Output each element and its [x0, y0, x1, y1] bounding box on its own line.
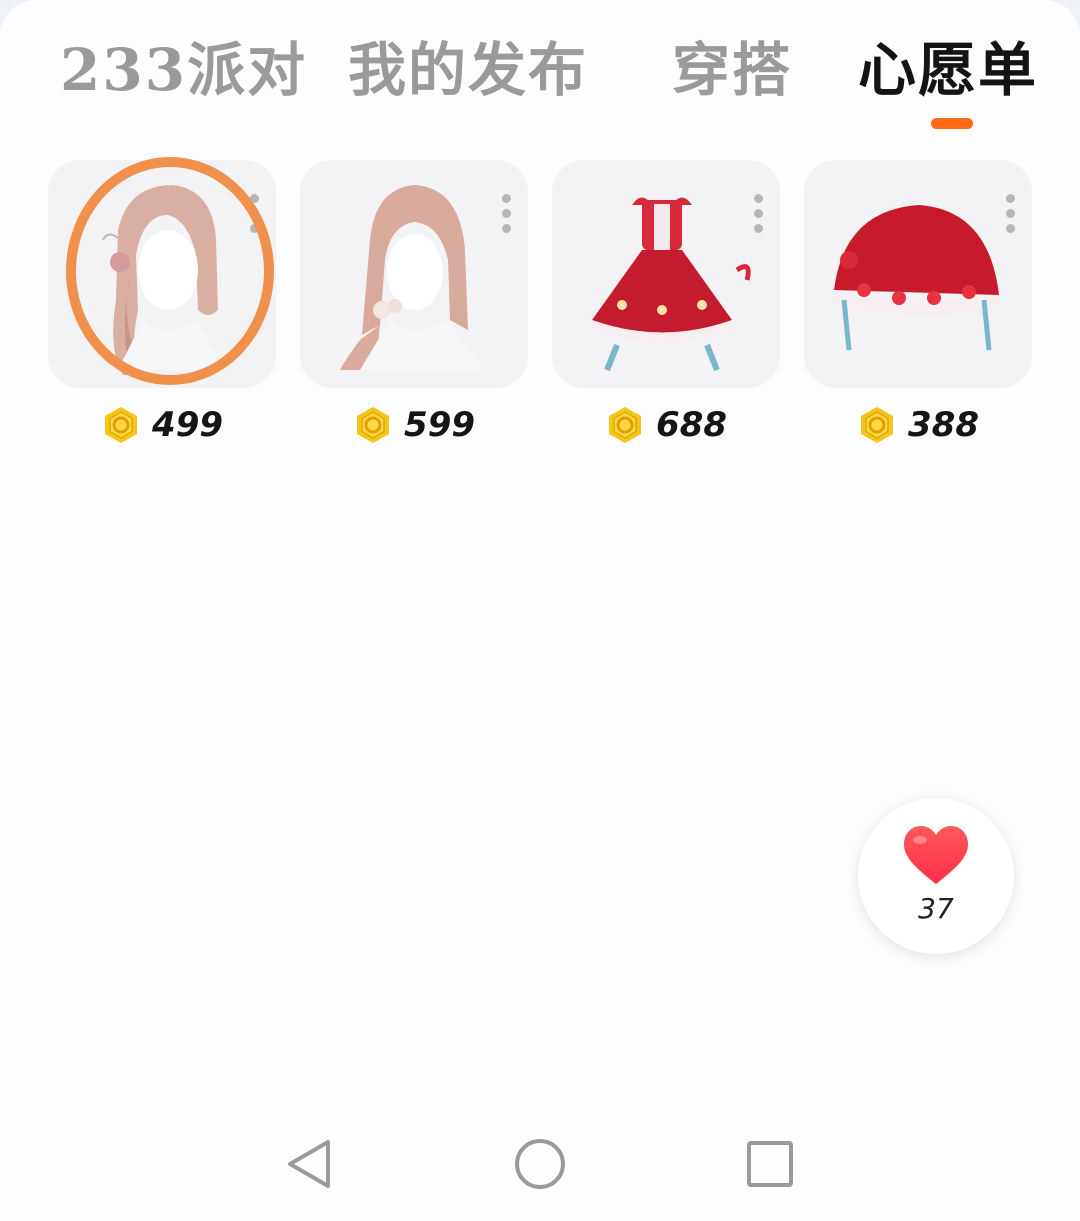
more-options-icon[interactable]: [750, 194, 766, 238]
back-triangle-icon[interactable]: [280, 1134, 340, 1194]
wishlist-item[interactable]: 688: [552, 160, 780, 450]
tab-233-party[interactable]: 233派对: [60, 30, 307, 110]
price-value: 599: [404, 405, 476, 445]
more-options-icon[interactable]: [246, 194, 262, 238]
tab-bar: 233派对 我的发布 穿搭 心愿单: [0, 20, 1080, 130]
wishlist-grid: 499 599 688 388: [0, 160, 1080, 460]
item-thumbnail: [804, 160, 1032, 388]
item-thumbnail: [48, 160, 276, 388]
price-value: 499: [152, 405, 224, 445]
like-count: 37: [918, 892, 954, 925]
heart-icon: [904, 826, 968, 884]
tab-outfits[interactable]: 穿搭: [672, 30, 792, 110]
recent-square-icon[interactable]: [740, 1134, 800, 1194]
wishlist-screen: 233派对 我的发布 穿搭 心愿单 499 599 688 388 37: [0, 0, 1080, 1221]
wishlist-item[interactable]: 388: [804, 160, 1032, 450]
wishlist-item[interactable]: 499: [48, 160, 276, 450]
item-price: 388: [804, 405, 1032, 451]
more-options-icon[interactable]: [1002, 194, 1018, 238]
tab-my-posts[interactable]: 我的发布: [348, 30, 588, 110]
item-price: 688: [552, 405, 780, 451]
like-button[interactable]: 37: [858, 798, 1014, 954]
item-price: 599: [300, 405, 528, 451]
price-value: 388: [908, 405, 980, 445]
wishlist-item[interactable]: 599: [300, 160, 528, 450]
system-navigation-bar: [0, 1120, 1080, 1210]
active-tab-indicator: [931, 118, 973, 129]
pink-hair-side-ponytail-image: [102, 185, 223, 375]
item-price: 499: [48, 405, 276, 451]
red-lolita-dress-image: [590, 197, 751, 372]
gold-g-coin-icon: [104, 407, 137, 443]
price-value: 688: [656, 405, 728, 445]
tab-wishlist[interactable]: 心愿单: [858, 30, 1038, 110]
item-thumbnail: [552, 160, 780, 388]
gold-g-coin-icon: [608, 407, 641, 443]
item-thumbnail: [300, 160, 528, 388]
home-circle-icon[interactable]: [510, 1134, 570, 1194]
pink-hair-low-twin-tails-image: [340, 185, 485, 370]
gold-g-coin-icon: [356, 407, 389, 443]
red-strawberry-hat-image: [832, 205, 1001, 351]
gold-g-coin-icon: [860, 407, 893, 443]
more-options-icon[interactable]: [498, 194, 514, 238]
